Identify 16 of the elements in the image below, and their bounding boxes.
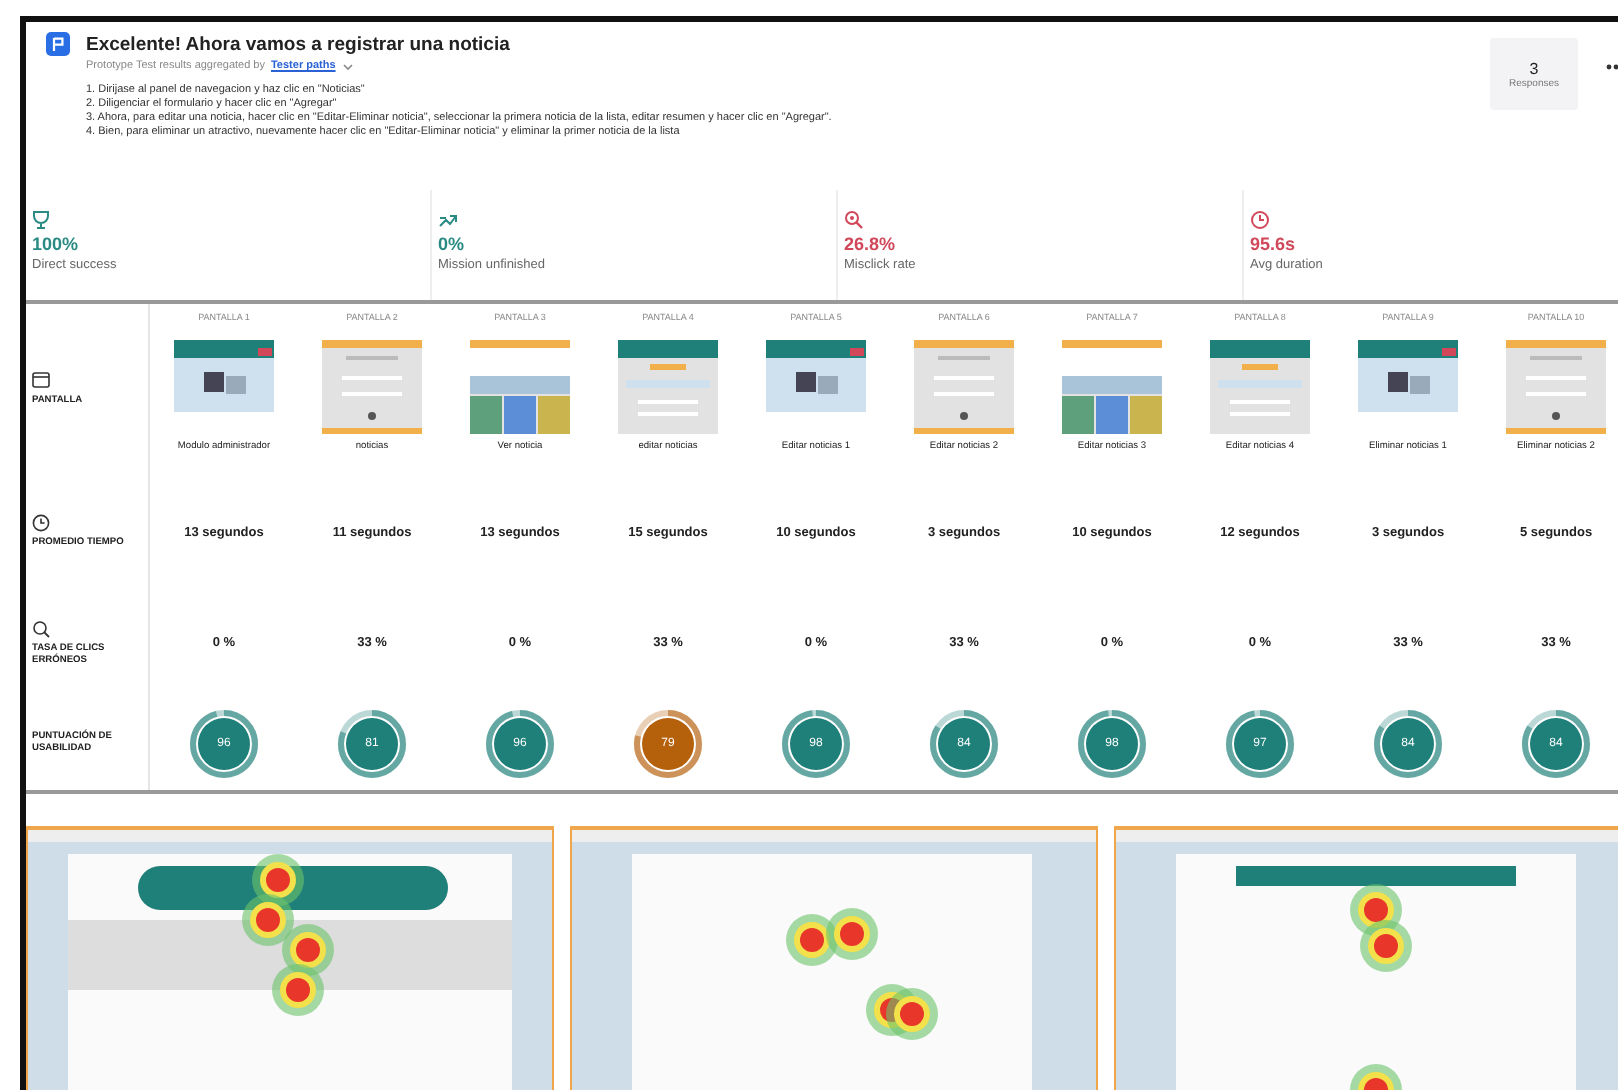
magnifier-icon [32, 619, 50, 637]
magnifier-icon [844, 210, 864, 230]
metric-value: 26.8% [844, 234, 898, 254]
metric-value: 0% [438, 234, 467, 254]
chart-line-icon [438, 210, 458, 230]
task-title: Excelente! Ahora vamos a registrar una noticia [86, 34, 512, 56]
clock-icon [32, 514, 50, 532]
trophy-icon [32, 210, 52, 230]
window-icon [32, 372, 50, 390]
metric-value: 95.6s [1250, 234, 1298, 254]
clock-icon [1250, 210, 1270, 230]
chevron-down-icon [341, 61, 354, 71]
metric-value: 100% [32, 234, 81, 254]
more-icon[interactable] [1606, 64, 1618, 70]
responses-count: 3 [1529, 59, 1539, 77]
flag-icon [46, 32, 70, 56]
